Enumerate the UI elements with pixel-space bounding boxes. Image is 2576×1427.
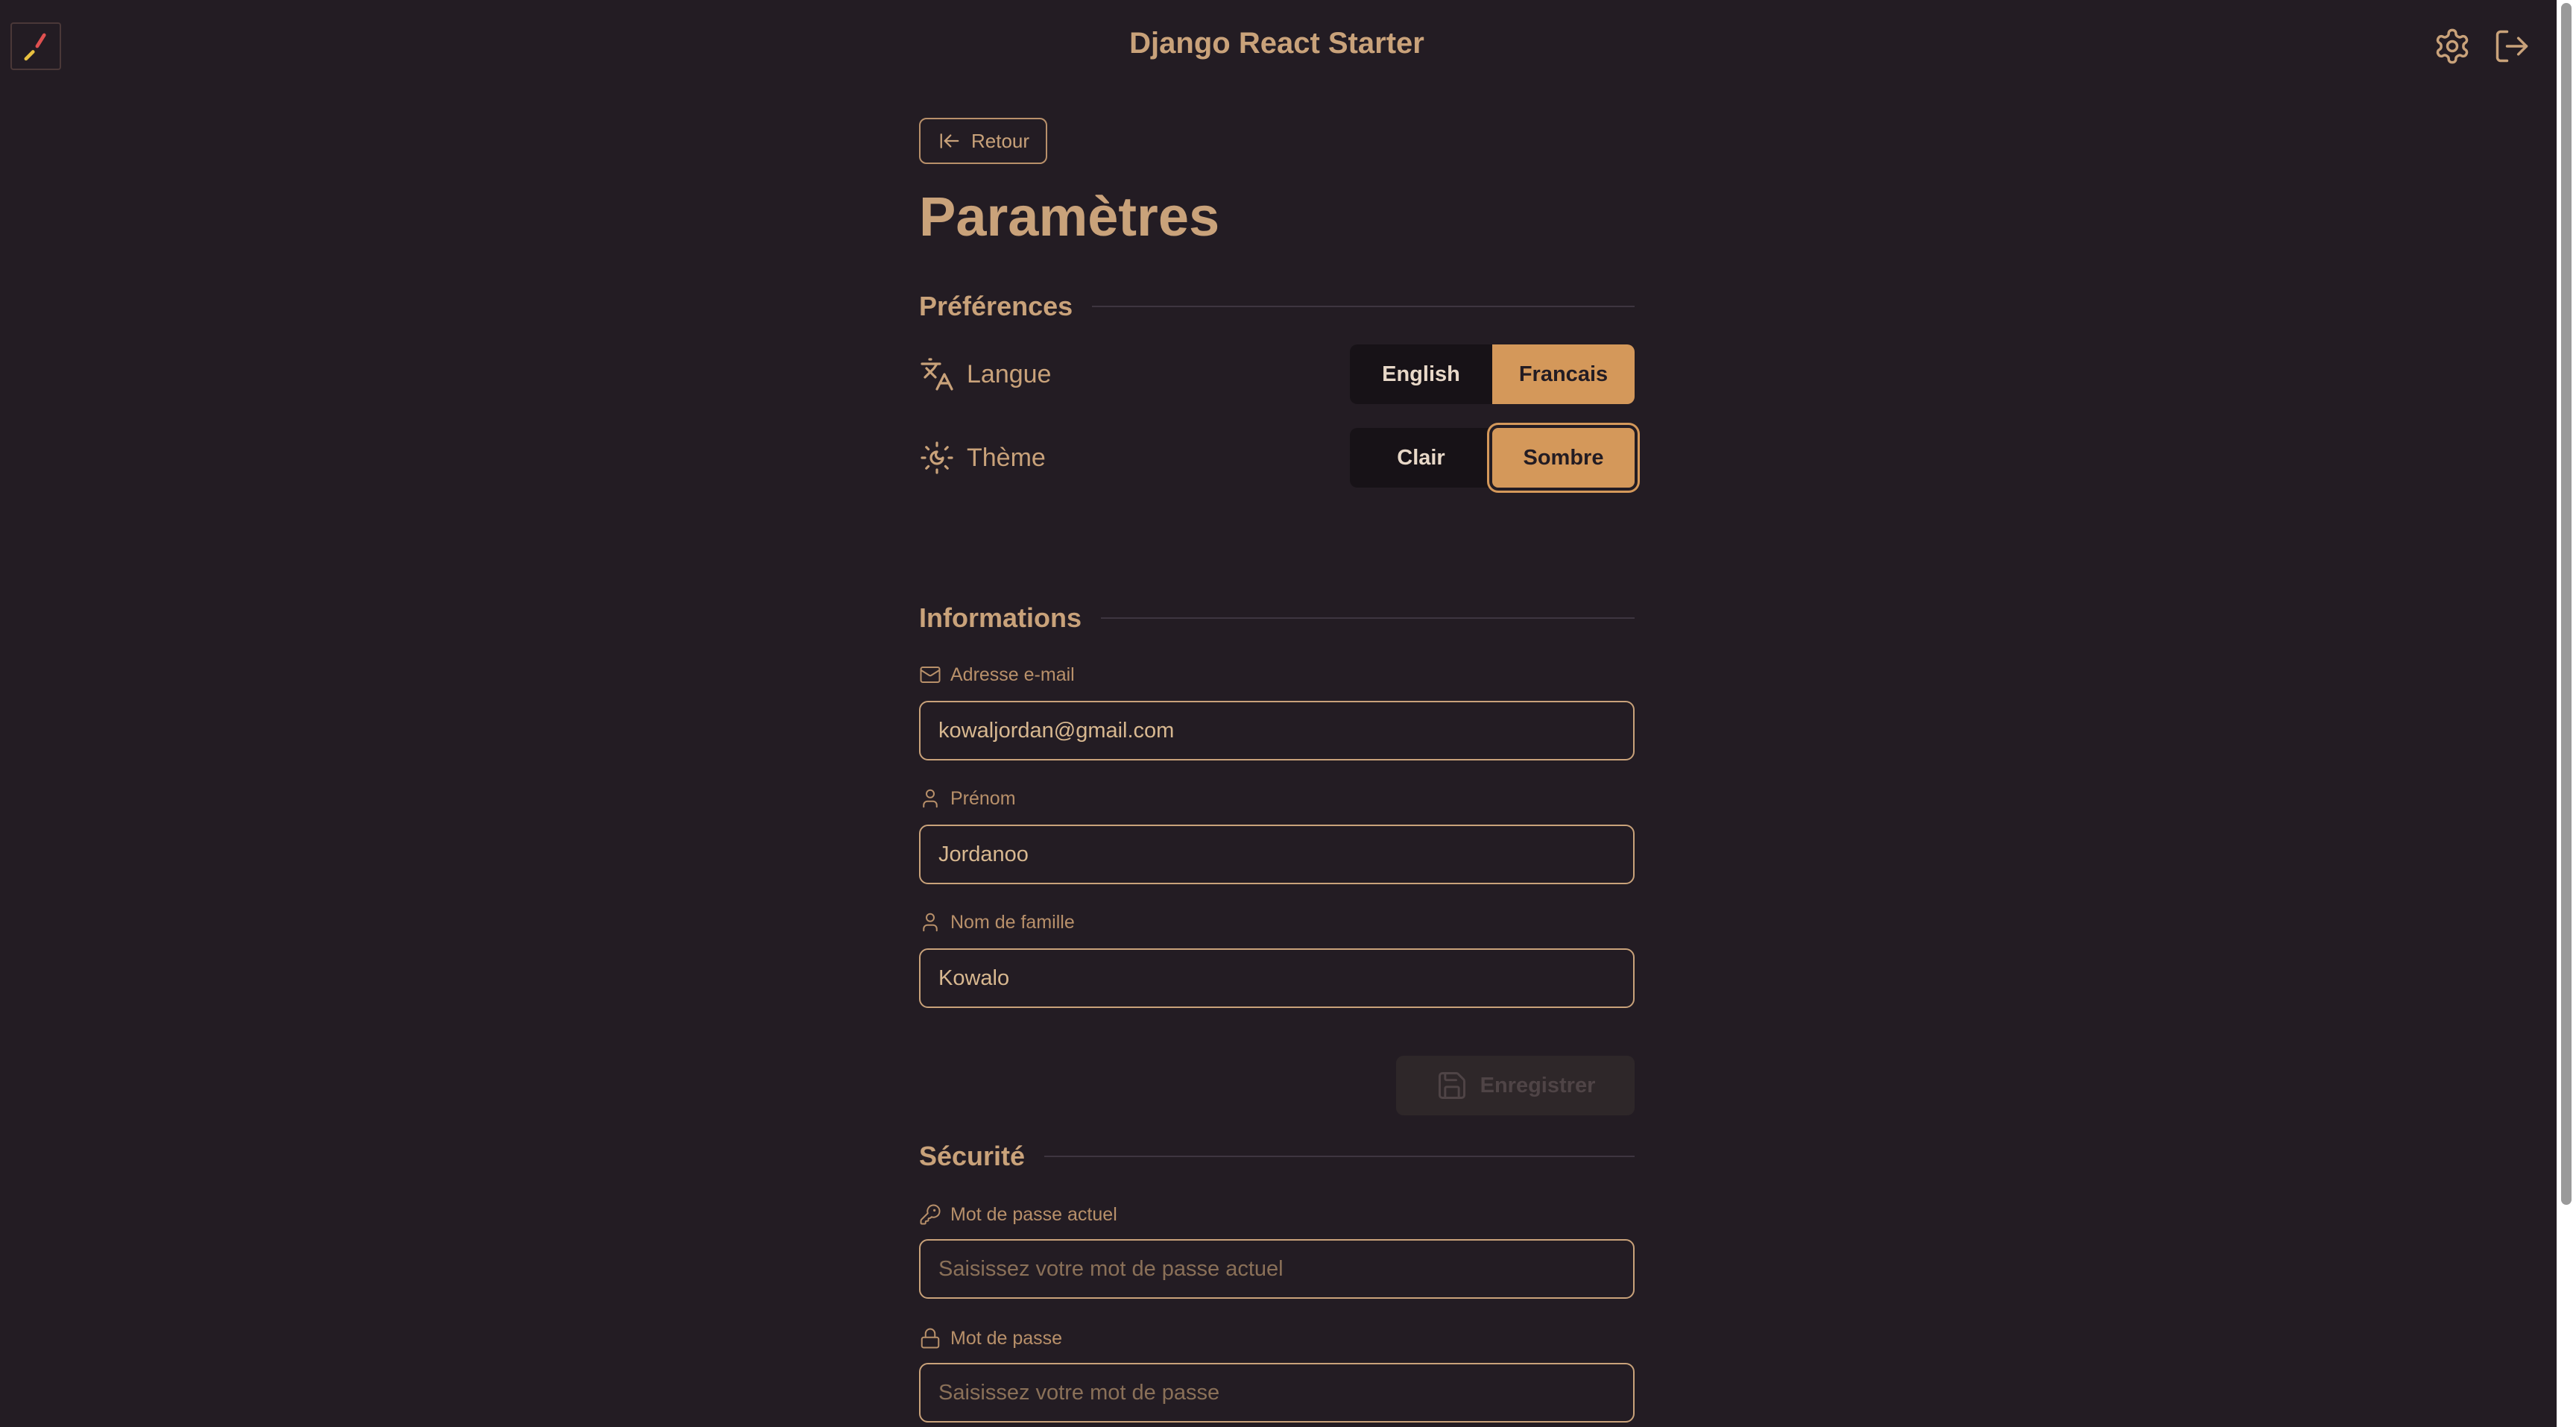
page-title: Paramètres	[919, 186, 1220, 248]
save-button-label: Enregistrer	[1480, 1073, 1596, 1097]
back-button[interactable]: Retour	[919, 118, 1047, 164]
current-password-field[interactable]	[919, 1239, 1635, 1299]
theme-toggle: Clair Sombre	[1350, 428, 1635, 488]
current-password-label-text: Mot de passe actuel	[950, 1203, 1117, 1225]
mail-icon	[920, 667, 941, 683]
save-button[interactable]: Enregistrer	[1396, 1056, 1635, 1115]
key-icon	[920, 1204, 941, 1225]
theme-option-clair[interactable]: Clair	[1350, 428, 1492, 488]
section-security: Sécurité	[919, 1141, 1635, 1172]
first-name-label-text: Prénom	[950, 787, 1016, 809]
email-label: Adresse e-mail	[919, 664, 1075, 686]
user-icon	[923, 789, 938, 808]
last-name-label-text: Nom de famille	[950, 911, 1075, 933]
last-name-label: Nom de famille	[919, 911, 1075, 933]
logo-icon	[24, 33, 46, 61]
theme-label: Thème	[919, 428, 1046, 488]
first-name-label: Prénom	[919, 787, 1016, 810]
logout-icon[interactable]	[2493, 27, 2531, 66]
translate-icon	[921, 358, 953, 391]
section-informations-title: Informations	[919, 602, 1082, 633]
password-label-text: Mot de passe	[950, 1327, 1063, 1349]
last-name-field[interactable]	[919, 948, 1635, 1008]
language-option-english[interactable]: English	[1350, 344, 1492, 404]
language-label-text: Langue	[967, 359, 1052, 388]
section-preferences: Préférences	[919, 291, 1635, 322]
section-divider	[1044, 1156, 1635, 1157]
arrow-left-to-line-icon	[940, 133, 959, 148]
language-row: Langue English Francais	[919, 344, 1635, 404]
language-option-francais[interactable]: Francais	[1492, 344, 1635, 404]
theme-row: Thème Clair Sombre	[919, 428, 1635, 488]
language-toggle: English Francais	[1350, 344, 1635, 404]
app-header: Django React Starter	[0, 0, 2576, 92]
app-title: Django React Starter	[1129, 27, 1424, 60]
password-label: Mot de passe	[919, 1327, 1062, 1349]
section-security-title: Sécurité	[919, 1141, 1026, 1171]
password-field[interactable]	[919, 1363, 1635, 1423]
app-logo[interactable]	[10, 22, 61, 70]
section-preferences-title: Préférences	[919, 291, 1073, 321]
theme-label-text: Thème	[967, 443, 1046, 472]
first-name-field[interactable]	[919, 825, 1635, 884]
user-icon	[923, 913, 938, 932]
section-informations: Informations	[919, 602, 1635, 634]
section-divider	[1092, 306, 1635, 307]
lock-icon	[921, 1328, 940, 1349]
section-divider	[1101, 617, 1635, 619]
theme-option-sombre[interactable]: Sombre	[1492, 428, 1635, 488]
email-field[interactable]	[919, 701, 1635, 760]
gear-icon[interactable]	[2433, 27, 2472, 66]
email-label-text: Adresse e-mail	[950, 664, 1075, 685]
current-password-label: Mot de passe actuel	[919, 1203, 1117, 1226]
language-label: Langue	[919, 344, 1051, 404]
sun-moon-icon	[921, 441, 953, 474]
back-button-label: Retour	[971, 129, 1030, 152]
scrollbar-thumb[interactable]	[2561, 3, 2572, 1205]
save-icon	[1438, 1072, 1465, 1099]
